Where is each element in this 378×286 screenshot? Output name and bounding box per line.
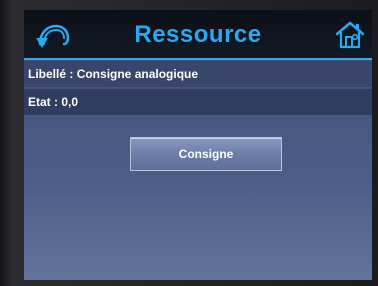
page-title: Ressource [134, 21, 262, 48]
etat-row: Etat : 0,0 [24, 89, 372, 115]
header-bar: Ressource [24, 10, 372, 60]
home-icon [335, 21, 365, 49]
header-divider [24, 58, 372, 60]
home-button[interactable] [334, 19, 366, 51]
back-arrow-icon [36, 24, 70, 48]
libelle-value: Consigne analogique [76, 67, 199, 81]
etat-value: 0,0 [61, 95, 79, 109]
libelle-row: Libellé : Consigne analogique [24, 61, 372, 87]
touch-screen: Ressource Libellé : Consigne analogique … [24, 10, 372, 280]
consigne-button[interactable]: Consigne [130, 137, 282, 171]
screen-glare [24, 190, 372, 280]
back-button[interactable] [34, 20, 72, 50]
libelle-label: Libellé : [28, 67, 77, 81]
etat-label: Etat : [28, 95, 62, 109]
